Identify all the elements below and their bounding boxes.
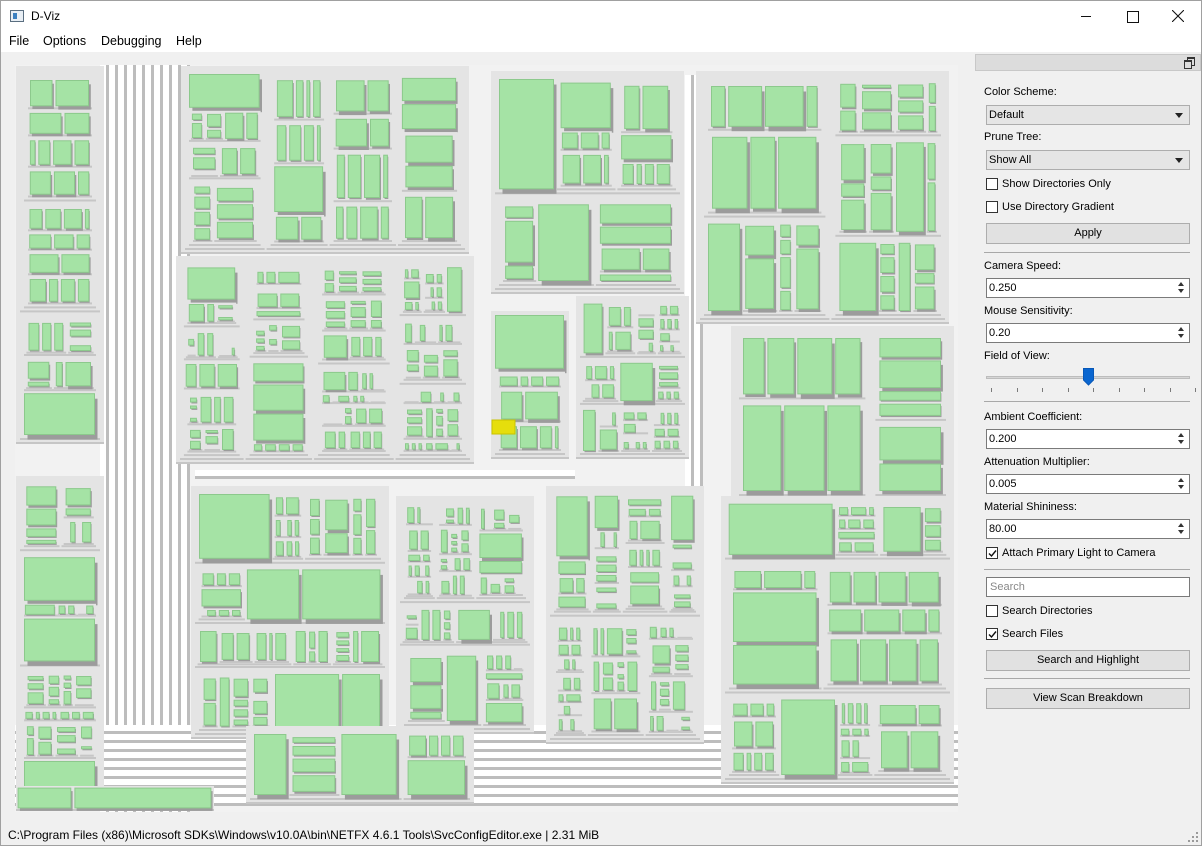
shininess-spinbox[interactable]: 80.00: [986, 519, 1190, 539]
prune-tree-value: Show All: [989, 154, 1032, 166]
use-dir-gradient-label: Use Directory Gradient: [1002, 201, 1114, 213]
window-title: D-Viz: [31, 9, 61, 23]
attenuation-spinbox[interactable]: 0.005: [986, 474, 1190, 494]
search-field[interactable]: [990, 581, 1185, 593]
checkmark-icon: [988, 550, 997, 558]
use-dir-gradient-checkbox[interactable]: [986, 201, 998, 213]
status-file-path: C:\Program Files (x86)\Microsoft SDKs\Wi…: [8, 828, 600, 842]
prune-tree-label: Prune Tree:: [984, 131, 1042, 143]
separator: [984, 569, 1190, 570]
close-icon: [1172, 10, 1184, 22]
slider-tick: [1016, 388, 1018, 392]
spin-down-icon[interactable]: [1175, 484, 1188, 492]
attach-light-checkbox[interactable]: [986, 547, 998, 559]
menu-help[interactable]: Help: [176, 34, 202, 48]
slider-tick: [1067, 388, 1069, 392]
apply-button[interactable]: Apply: [986, 223, 1190, 244]
prune-tree-select[interactable]: Show All: [986, 150, 1190, 170]
slider-tick: [1144, 388, 1145, 392]
panel-header: [975, 54, 1201, 71]
separator: [984, 401, 1190, 402]
main-area: Color Scheme: Default Prune Tree: Show A…: [0, 52, 1202, 825]
resize-grip-icon[interactable]: [1188, 832, 1198, 842]
slider-tick: [1118, 388, 1120, 392]
slider-tick: [1093, 388, 1094, 392]
attach-light-label: Attach Primary Light to Camera: [1002, 547, 1156, 559]
menu-debugging[interactable]: Debugging: [101, 34, 161, 48]
minimize-button[interactable]: [1063, 1, 1109, 31]
show-dirs-only-checkbox[interactable]: [986, 178, 998, 190]
mouse-sensitivity-label: Mouse Sensitivity:: [984, 305, 1073, 317]
app-icon: [10, 10, 24, 22]
show-dirs-only-label: Show Directories Only: [1002, 178, 1111, 190]
spin-up-icon[interactable]: [1175, 431, 1188, 439]
menu-file[interactable]: File: [9, 34, 29, 48]
spin-down-icon[interactable]: [1175, 439, 1188, 447]
ambient-label: Ambient Coefficient:: [984, 411, 1083, 423]
camera-speed-value: 0.250: [989, 282, 1017, 294]
undock-icon[interactable]: [1184, 57, 1195, 69]
camera-speed-label: Camera Speed:: [984, 260, 1062, 272]
spin-down-icon[interactable]: [1175, 529, 1188, 537]
slider-tick: [1169, 388, 1171, 392]
attenuation-value: 0.005: [989, 478, 1017, 490]
search-files-checkbox[interactable]: [986, 628, 998, 640]
search-directories-label: Search Directories: [1002, 605, 1093, 617]
shininess-label: Material Shininess:: [984, 501, 1077, 513]
maximize-button[interactable]: [1109, 1, 1155, 31]
slider-tick: [1042, 388, 1043, 392]
color-scheme-select[interactable]: Default: [986, 105, 1190, 125]
highlighted-file-block: [491, 419, 516, 435]
fov-label: Field of View:: [984, 350, 1050, 362]
color-scheme-value: Default: [989, 109, 1024, 121]
title-bar: D-Viz: [0, 0, 1202, 31]
mouse-sensitivity-spinbox[interactable]: 0.20: [986, 323, 1190, 343]
view-scan-breakdown-button[interactable]: View Scan Breakdown: [986, 688, 1190, 709]
checkmark-icon: [988, 631, 997, 639]
treemap-scene: [15, 65, 958, 812]
menu-bar: File Options Debugging Help: [0, 31, 1202, 52]
spin-up-icon[interactable]: [1175, 476, 1188, 484]
slider-tick: [1195, 388, 1196, 392]
menu-options[interactable]: Options: [43, 34, 86, 48]
fov-slider-thumb[interactable]: [1082, 368, 1094, 386]
search-highlight-button[interactable]: Search and Highlight: [986, 650, 1190, 671]
ambient-spinbox[interactable]: 0.200: [986, 429, 1190, 449]
treemap-3d-viewport[interactable]: [15, 65, 958, 812]
spin-down-icon[interactable]: [1175, 288, 1188, 296]
camera-speed-spinbox[interactable]: 0.250: [986, 278, 1190, 298]
search-input[interactable]: [986, 577, 1190, 597]
spin-down-icon[interactable]: [1175, 333, 1188, 341]
search-files-label: Search Files: [1002, 628, 1064, 640]
chevron-down-icon: [1175, 158, 1183, 163]
status-bar: C:\Program Files (x86)\Microsoft SDKs\Wi…: [0, 825, 1202, 846]
chevron-down-icon: [1175, 113, 1183, 118]
spin-up-icon[interactable]: [1175, 325, 1188, 333]
separator: [984, 678, 1190, 679]
slider-tick: [991, 388, 992, 392]
shininess-value: 80.00: [989, 523, 1017, 535]
close-button[interactable]: [1155, 1, 1201, 31]
color-scheme-label: Color Scheme:: [984, 86, 1057, 98]
spin-up-icon[interactable]: [1175, 521, 1188, 529]
mouse-sensitivity-value: 0.20: [989, 327, 1011, 339]
settings-panel: Color Scheme: Default Prune Tree: Show A…: [975, 52, 1202, 825]
attenuation-label: Attenuation Multiplier:: [984, 456, 1090, 468]
search-directories-checkbox[interactable]: [986, 605, 998, 617]
separator: [984, 252, 1190, 253]
spin-up-icon[interactable]: [1175, 280, 1188, 288]
ambient-value: 0.200: [989, 433, 1017, 445]
